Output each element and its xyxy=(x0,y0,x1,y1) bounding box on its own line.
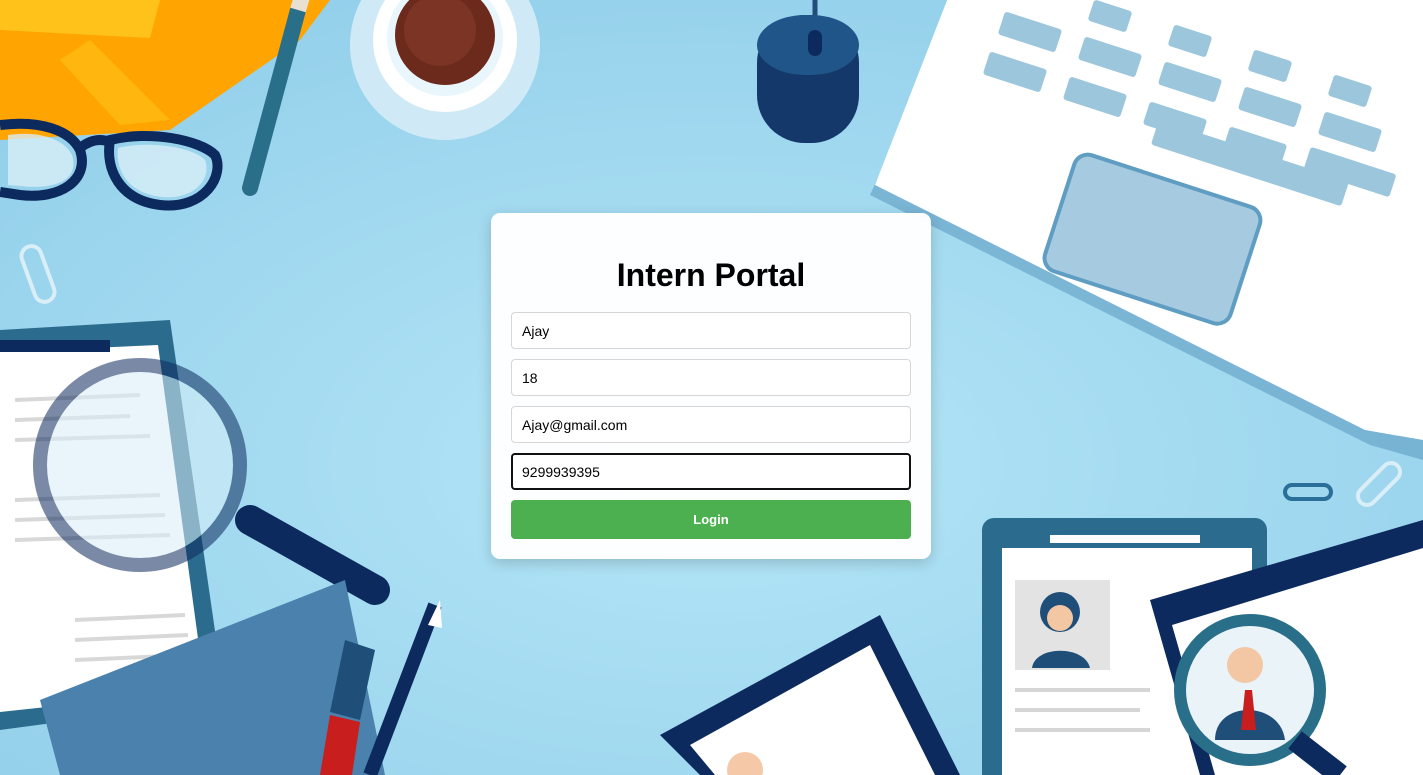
login-card: Intern Portal Login xyxy=(491,213,931,559)
phone-input[interactable] xyxy=(511,453,911,490)
name-input[interactable] xyxy=(511,312,911,349)
page-title: Intern Portal xyxy=(616,257,806,293)
email-input[interactable] xyxy=(511,406,911,443)
age-input[interactable] xyxy=(511,359,911,396)
login-button[interactable]: Login xyxy=(511,500,911,539)
